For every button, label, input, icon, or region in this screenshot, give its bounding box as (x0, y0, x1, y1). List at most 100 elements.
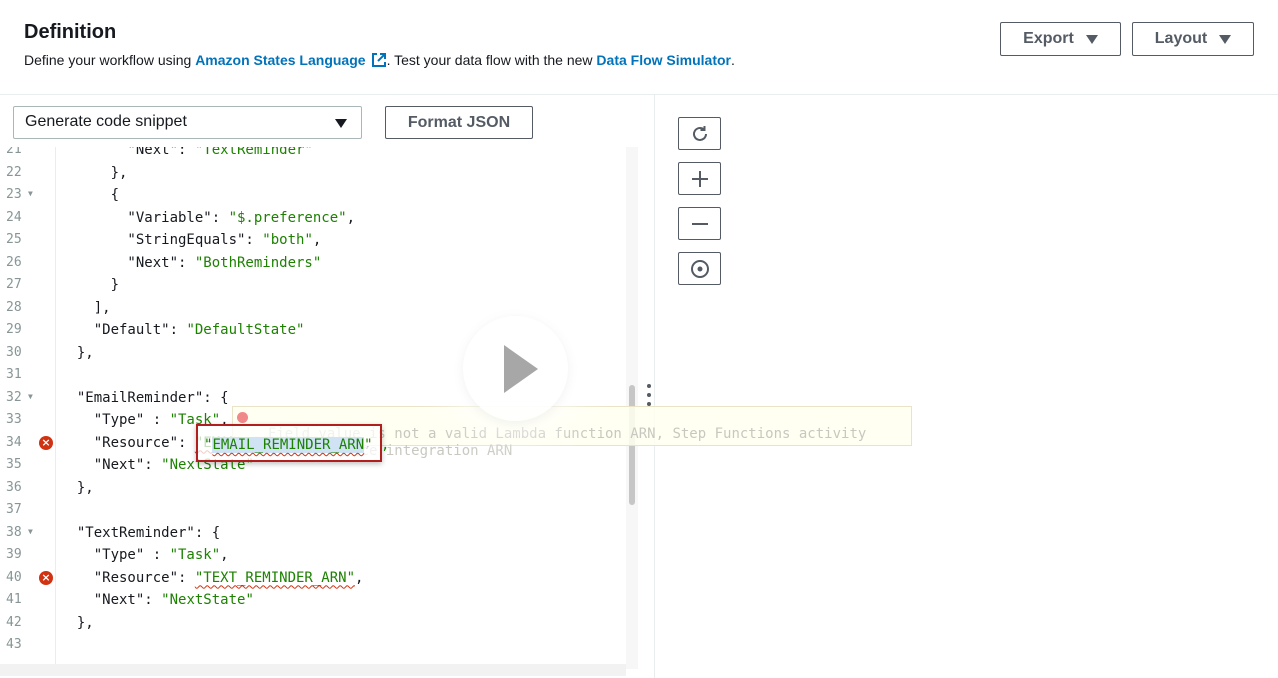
export-label: Export (1023, 30, 1074, 47)
line-number-text: 27 (6, 277, 22, 292)
code-line[interactable]: }, (60, 162, 128, 184)
line-number-text: 39 (6, 547, 22, 562)
line-number: 25 (0, 229, 56, 251)
panel-resize-handle[interactable] (645, 384, 653, 406)
line-number: 41 (0, 589, 56, 611)
external-link-icon[interactable] (371, 52, 387, 68)
subtitle-text-post: . (731, 52, 735, 68)
format-json-button[interactable]: Format JSON (385, 106, 533, 139)
layout-button[interactable]: Layout (1132, 22, 1254, 56)
code-line[interactable]: "Type" : "Task", (60, 544, 229, 566)
code-line[interactable]: ], (60, 297, 111, 319)
line-number: 43 (0, 634, 56, 656)
line-number-text: 41 (6, 592, 22, 607)
page-subtitle: Define your workflow using Amazon States… (24, 52, 735, 68)
line-number-text: 38 (6, 524, 22, 540)
horizontal-scrollbar[interactable] (0, 664, 626, 676)
line-number-text: 25 (6, 232, 22, 247)
subtitle-text-mid: . Test your data flow with the new (386, 52, 597, 68)
line-number-text: 31 (6, 367, 22, 382)
video-play-button[interactable] (463, 316, 568, 421)
code-line[interactable]: "TextReminder": { (60, 522, 220, 544)
line-number-text: 42 (6, 614, 22, 630)
code-line[interactable]: }, (60, 477, 94, 499)
format-json-label: Format JSON (407, 113, 511, 131)
line-number-text: 23 (6, 187, 22, 202)
line-number-text: 32 (6, 389, 22, 405)
line-number: 31 (0, 364, 56, 386)
code-line[interactable]: "Next": "NextState" (60, 589, 254, 611)
line-number: 35 (0, 454, 56, 476)
code-line[interactable]: "Variable": "$.preference", (60, 207, 355, 229)
line-number-text: 40 (6, 569, 22, 585)
line-number: 28 (0, 297, 56, 319)
line-number: 32 ▼ (0, 387, 56, 409)
code-line[interactable]: }, (60, 612, 94, 634)
line-number: 26 (0, 252, 56, 274)
code-line[interactable]: }, (60, 342, 94, 364)
line-number: 37 (0, 499, 56, 521)
zoom-in-button[interactable] (678, 162, 721, 195)
line-number-text: 28 (6, 299, 22, 315)
fold-arrow-icon[interactable]: ▼ (28, 527, 33, 536)
line-number-text: 24 (6, 209, 22, 225)
data-flow-simulator-link[interactable]: Data Flow Simulator (596, 52, 731, 68)
code-line[interactable]: "Default": "DefaultState" (60, 319, 305, 341)
zoom-out-button[interactable] (678, 207, 721, 240)
code-line[interactable]: } (60, 274, 119, 296)
export-button[interactable]: Export (1000, 22, 1121, 56)
line-number: 36 (0, 477, 56, 499)
line-number-text: 43 (6, 637, 22, 652)
snippet-select-value: Generate code snippet (25, 113, 187, 130)
graph-panel (656, 95, 1278, 678)
code-line[interactable]: { (60, 184, 119, 206)
line-number-text: 36 (6, 479, 22, 495)
code-line[interactable]: "Next": "BothReminders" (60, 252, 321, 274)
code-line[interactable]: "EmailReminder": { (60, 387, 229, 409)
fold-arrow-icon[interactable]: ▼ (28, 392, 33, 401)
line-number-text: 34 (6, 434, 22, 450)
refresh-icon (692, 125, 707, 141)
line-number: 30 (0, 342, 56, 364)
line-number: 42 (0, 612, 56, 634)
selected-arn-text: EMAIL_REMINDER_ARN (212, 437, 365, 453)
code-line[interactable]: "Next": "TextReminder" (60, 147, 312, 161)
error-dot-icon (237, 412, 248, 423)
highlighted-resource-value: "EMAIL_REMINDER_ARN" , (204, 437, 390, 453)
line-number-text: 26 (6, 254, 22, 270)
line-number-text: 21 (6, 147, 22, 157)
handle-dot (647, 393, 651, 397)
line-number: 39 (0, 544, 56, 566)
line-number: 29 (0, 319, 56, 341)
center-graph-button[interactable] (678, 252, 721, 285)
line-number-text: 30 (6, 344, 22, 360)
code-line[interactable]: "StringEquals": "both", (60, 229, 321, 251)
line-number: 23 ▼ (0, 184, 56, 206)
error-marker-icon[interactable]: × (39, 435, 53, 450)
caret-down-icon (335, 119, 347, 128)
error-marker-icon[interactable]: × (39, 570, 53, 585)
asl-link[interactable]: Amazon States Language (195, 52, 365, 68)
line-number: 24 (0, 207, 56, 229)
play-icon (503, 344, 538, 393)
line-number: 40 × (0, 567, 56, 589)
target-icon (690, 259, 709, 278)
fold-arrow-icon[interactable]: ▼ (28, 189, 33, 198)
line-number-text: 35 (6, 457, 22, 472)
line-number-text: 33 (6, 412, 22, 427)
caret-down-icon (1219, 34, 1232, 44)
plus-icon (691, 170, 708, 187)
line-number-gutter: 21 22 23 ▼ 24 25 26 27 28 29 30 31 32 ▼ 33 34 × 35 36 37 38 ▼… (0, 147, 56, 669)
line-number: 27 (0, 274, 56, 296)
line-number-text: 37 (6, 502, 22, 517)
code-line[interactable]: "Resource": "TEXT_REMINDER_ARN", (60, 567, 364, 589)
reset-view-button[interactable] (678, 117, 721, 150)
line-number-text: 22 (6, 164, 22, 180)
line-number: 33 (0, 409, 56, 431)
minus-icon (691, 222, 708, 225)
line-number-text: 29 (6, 322, 22, 337)
handle-dot (647, 384, 651, 388)
subtitle-text-pre: Define your workflow using (24, 52, 196, 68)
generate-snippet-select[interactable]: Generate code snippet (13, 106, 362, 139)
line-number: 21 (0, 147, 56, 161)
